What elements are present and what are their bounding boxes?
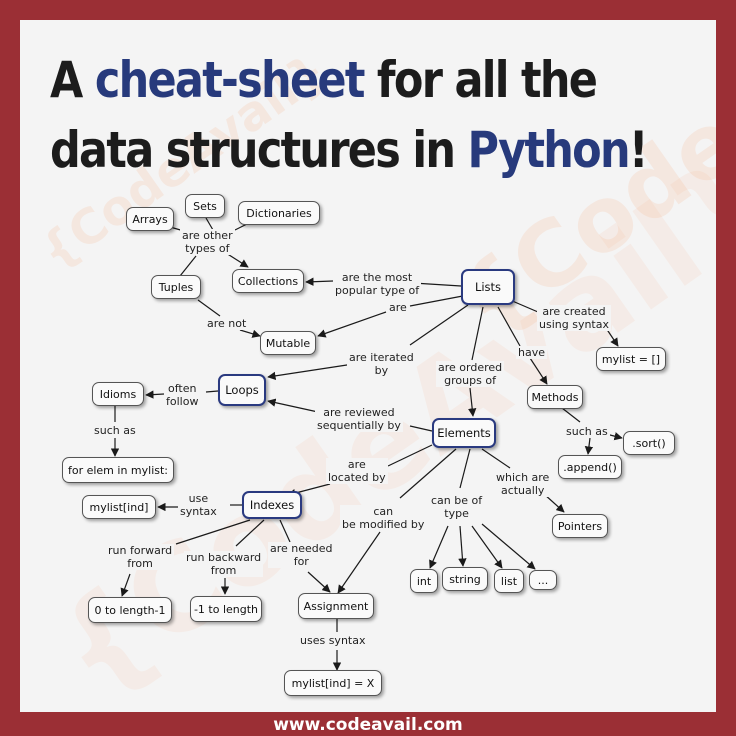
edge-indexes-to-backward (235, 519, 265, 547)
label-ordered: are ordered groups of (436, 361, 505, 387)
edge-often-idioms (145, 390, 165, 399)
edge-indexes-to-needed (279, 519, 291, 543)
label-such-as-2: such as (564, 425, 610, 438)
edge-type-string (458, 525, 467, 567)
edge-arenot-mutable (239, 329, 261, 338)
label-most-popular: are the most popular type of (333, 271, 422, 297)
node-arrays: Arrays (126, 207, 174, 231)
node-mutable: Mutable (260, 331, 316, 355)
label-run-forward: run forward from (106, 544, 175, 570)
edge-methods-to-suchas (561, 407, 581, 423)
label-are-not: are not (205, 317, 249, 330)
edge-tuples-to-arenot (197, 299, 221, 317)
label-located: are located by (326, 458, 388, 484)
label-often-follow: often follow (164, 382, 201, 408)
edge-othertypes-collections (225, 252, 249, 268)
node-neg-to-length: -1 to length (190, 596, 262, 622)
edge-ordered-elements (468, 387, 477, 417)
node-dictionaries: Dictionaries (238, 201, 320, 225)
edge-have-methods (529, 357, 548, 385)
node-int: int (410, 569, 438, 593)
edge-lists-to-ordered (471, 306, 484, 361)
edge-suchas-append (584, 437, 594, 455)
node-methods: Methods (527, 385, 583, 409)
node-tuples: Tuples (151, 275, 201, 299)
edge-elements-to-located (387, 444, 433, 467)
label-are: are (387, 301, 409, 314)
node-list: list (494, 569, 524, 593)
label-modified: can be modified by (340, 505, 427, 531)
node-assignment: Assignment (298, 593, 374, 619)
edge-type-list (471, 525, 503, 569)
node-ellipsis: ... (529, 570, 557, 590)
label-use-syntax: use syntax (178, 492, 219, 518)
label-uses-syntax: uses syntax (298, 634, 368, 647)
node-loops: Loops (218, 374, 266, 406)
edge-elements-to-type (459, 448, 471, 489)
node-lists: Lists (461, 269, 515, 305)
cheat-sheet-panel: {CodeAvail} {CodeAvail} {CodeAvail} A ch… (20, 20, 716, 712)
edge-indexes-to-forward (175, 519, 251, 545)
node-append: .append() (558, 455, 622, 479)
edge-lists-to-have (497, 306, 521, 347)
edge-are-mutable (317, 311, 387, 338)
edge-type-ellipsis (481, 523, 536, 570)
label-such-as-1: such as (92, 424, 138, 437)
edge-reviewed-loops (267, 398, 319, 413)
node-elements: Elements (432, 418, 496, 448)
node-idioms: Idioms (92, 382, 144, 406)
edge-elements-to-reviewed (409, 425, 433, 432)
label-actually: which are actually (494, 471, 552, 497)
node-mylist-ind: mylist[ind] (82, 495, 156, 519)
node-indexes: Indexes (242, 491, 302, 519)
node-string: string (442, 567, 488, 591)
node-zero-to-length: 0 to length-1 (88, 597, 172, 623)
node-collections: Collections (232, 269, 304, 293)
node-sets: Sets (185, 194, 225, 218)
footer-url[interactable]: www.codeavail.com (0, 714, 736, 736)
label-run-backward: run backward from (184, 551, 264, 577)
edge-elements-to-actually (481, 448, 511, 469)
edge-type-int (429, 525, 449, 569)
edge-needed-assignment (307, 571, 331, 593)
edge-loops-to-often (205, 390, 219, 393)
edge-popular-collections (305, 277, 334, 286)
label-iterated: are iterated by (347, 351, 416, 377)
node-pointers: Pointers (552, 514, 608, 538)
label-needed-for: are needed for (268, 542, 335, 568)
label-created-syntax: are created using syntax (537, 305, 611, 331)
edge-tuples-to-label (179, 255, 197, 277)
label-have: have (516, 346, 547, 359)
node-sort: .sort() (623, 431, 675, 455)
edge-lists-to-created (509, 299, 539, 313)
edge-forward-zero (120, 573, 131, 597)
edge-lists-to-iterated (409, 304, 469, 346)
node-mylist-assign: mylist[ind] = X (284, 670, 382, 696)
node-for-elem: for elem in mylist: (62, 457, 174, 483)
label-type: can be of type (429, 494, 485, 520)
node-mylist-empty: mylist = [] (596, 347, 666, 371)
label-reviewed: are reviewed sequentially by (315, 406, 403, 432)
label-other-types: are other types of (180, 229, 235, 255)
edge-modified-assignment (337, 531, 381, 594)
